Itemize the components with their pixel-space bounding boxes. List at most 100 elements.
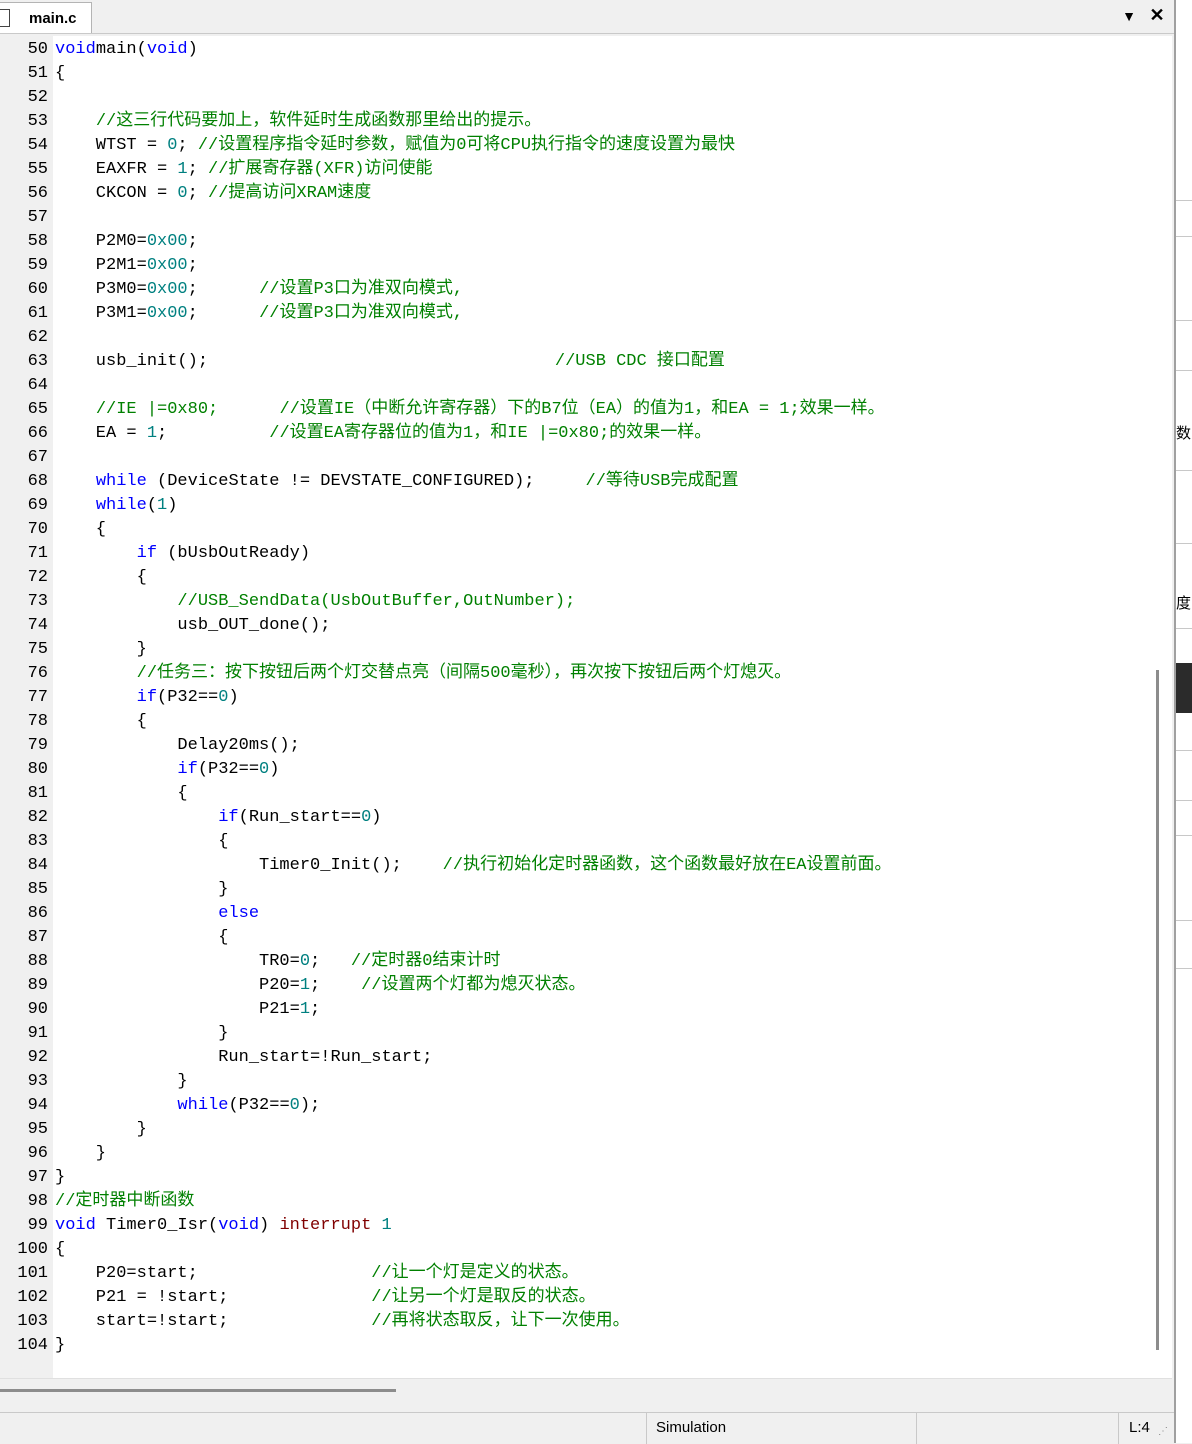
code-line[interactable]: 51 { bbox=[0, 62, 1146, 86]
code-line[interactable]: 86 else bbox=[0, 902, 1146, 926]
side-selected-block[interactable] bbox=[1176, 663, 1192, 713]
code-token: ) bbox=[259, 1216, 280, 1235]
code-token: } bbox=[55, 1072, 188, 1091]
horizontal-scrollbar[interactable] bbox=[0, 1378, 1172, 1409]
code-line[interactable]: 52 bbox=[0, 86, 1146, 110]
code-text: Timer0_Init(); //执行初始化定时器函数，这个函数最好放在EA设置… bbox=[55, 854, 891, 878]
code-token: { bbox=[55, 712, 147, 731]
code-token: ( bbox=[136, 40, 147, 59]
code-line[interactable]: 54 WTST = 0; //设置程序指令延时参数，赋值为0可将CPU执行指令的… bbox=[0, 134, 1146, 158]
code-line[interactable]: 65 //IE |=0x80; //设置IE（中断允许寄存器）下的B7位（EA）… bbox=[0, 398, 1146, 422]
code-line[interactable]: 84 Timer0_Init(); //执行初始化定时器函数，这个函数最好放在E… bbox=[0, 854, 1146, 878]
code-line[interactable]: 62 bbox=[0, 326, 1146, 350]
code-line[interactable]: 97} bbox=[0, 1166, 1146, 1190]
code-line[interactable]: 93 } bbox=[0, 1070, 1146, 1094]
code-line[interactable]: 87 { bbox=[0, 926, 1146, 950]
code-line[interactable]: 85 } bbox=[0, 878, 1146, 902]
vertical-scrollbar[interactable] bbox=[1146, 36, 1172, 1378]
code-token: start=!start; bbox=[55, 1312, 372, 1331]
code-token: usb_OUT_done(); bbox=[55, 616, 331, 635]
line-number: 102 bbox=[17, 1288, 48, 1307]
code-line[interactable]: 102 P21 = !start; //让另一个灯是取反的状态。 bbox=[0, 1286, 1146, 1310]
file-icon bbox=[0, 9, 10, 27]
code-line[interactable]: 64 bbox=[0, 374, 1146, 398]
code-line[interactable]: 95 } bbox=[0, 1118, 1146, 1142]
code-line[interactable]: 81 { bbox=[0, 782, 1146, 806]
code-line[interactable]: 57 bbox=[0, 206, 1146, 230]
comment-token: //提高访问XRAM速度 bbox=[208, 184, 372, 203]
line-number: 66 bbox=[27, 424, 48, 443]
code-line[interactable]: 76 //任务三：按下按钮后两个灯交替点亮（间隔500毫秒），再次按下按钮后两个… bbox=[0, 662, 1146, 686]
line-number: 85 bbox=[27, 880, 48, 899]
code-token: { bbox=[55, 1240, 66, 1259]
code-line[interactable]: 67 bbox=[0, 446, 1146, 470]
number-token: 0 bbox=[177, 184, 188, 203]
keyword-token: void bbox=[146, 40, 188, 59]
code-line[interactable]: 101 P20=start; //让一个灯是定义的状态。 bbox=[0, 1262, 1146, 1286]
code-editor[interactable]: 50 voidmain(void) 51{52 53 //这三行代码要加上，软件延时生… bbox=[0, 36, 1146, 1378]
code-token: P2M0= bbox=[55, 232, 147, 251]
code-line[interactable]: 78 { bbox=[0, 710, 1146, 734]
code-line[interactable]: 92 Run_start=!Run_start; bbox=[0, 1046, 1146, 1070]
code-line[interactable]: 60 P3M0=0x00; //设置P3口为准双向模式, bbox=[0, 278, 1146, 302]
code-text: { bbox=[55, 926, 228, 950]
code-line[interactable]: 103 start=!start; //再将状态取反，让下一次使用。 bbox=[0, 1310, 1146, 1334]
line-number: 57 bbox=[27, 208, 48, 227]
code-line[interactable]: 90 P21=1; bbox=[0, 998, 1146, 1022]
code-line[interactable]: 75 } bbox=[0, 638, 1146, 662]
code-text: while(1) bbox=[55, 494, 178, 518]
code-line[interactable]: 99 void Timer0_Isr(void) interrupt 1 bbox=[0, 1214, 1146, 1238]
code-line[interactable]: 50 voidmain(void) bbox=[0, 38, 1146, 62]
code-line[interactable]: 100 { bbox=[0, 1238, 1146, 1262]
resize-grip-icon[interactable]: ⋰ bbox=[1158, 1426, 1170, 1438]
code-line[interactable]: 55 EAXFR = 1; //扩展寄存器(XFR)访问使能 bbox=[0, 158, 1146, 182]
code-line[interactable]: 68 while (DeviceState != DEVSTATE_CONFIG… bbox=[0, 470, 1146, 494]
code-line[interactable]: 61 P3M1=0x00; //设置P3口为准双向模式, bbox=[0, 302, 1146, 326]
code-line[interactable]: 82 if(Run_start==0) bbox=[0, 806, 1146, 830]
code-line[interactable]: 63 usb_init(); //USB CDC 接口配置 bbox=[0, 350, 1146, 374]
code-token: EA = bbox=[55, 424, 147, 443]
code-line[interactable]: 72 { bbox=[0, 566, 1146, 590]
chevron-down-icon[interactable]: ▼ bbox=[1118, 4, 1140, 28]
code-line[interactable]: 58 P2M0=0x00; bbox=[0, 230, 1146, 254]
status-mode: Simulation bbox=[656, 1419, 727, 1436]
code-line[interactable]: 98 //定时器中断函数 bbox=[0, 1190, 1146, 1214]
tab-bar: main.c ▼ ✕ bbox=[0, 0, 1174, 34]
comment-token: //让另一个灯是取反的状态。 bbox=[371, 1288, 596, 1307]
code-line[interactable]: 77 if(P32==0) bbox=[0, 686, 1146, 710]
line-number: 81 bbox=[27, 784, 48, 803]
code-line[interactable]: 69 while(1) bbox=[0, 494, 1146, 518]
close-icon[interactable]: ✕ bbox=[1146, 3, 1168, 27]
code-text: if (bUsbOutReady) bbox=[55, 542, 310, 566]
code-line[interactable]: 74 usb_OUT_done(); bbox=[0, 614, 1146, 638]
vertical-scroll-thumb[interactable] bbox=[1156, 670, 1159, 1350]
horizontal-scroll-thumb[interactable] bbox=[0, 1389, 396, 1392]
code-line[interactable]: 56 CKCON = 0; //提高访问XRAM速度 bbox=[0, 182, 1146, 206]
code-line[interactable]: 83 { bbox=[0, 830, 1146, 854]
comment-token: //这三行代码要加上，软件延时生成函数那里给出的提示。 bbox=[95, 112, 542, 131]
code-line[interactable]: 59 P2M1=0x00; bbox=[0, 254, 1146, 278]
code-text: P3M0=0x00; //设置P3口为准双向模式, bbox=[55, 278, 463, 302]
code-line[interactable]: 79 Delay20ms(); bbox=[0, 734, 1146, 758]
code-line[interactable]: 53 //这三行代码要加上，软件延时生成函数那里给出的提示。 bbox=[0, 110, 1146, 134]
code-line[interactable]: 66 EA = 1; //设置EA寄存器位的值为1，和IE |=0x80;的效果… bbox=[0, 422, 1146, 446]
code-line[interactable]: 73 //USB_SendData(UsbOutBuffer,OutNumber… bbox=[0, 590, 1146, 614]
line-number: 62 bbox=[27, 328, 48, 347]
line-number: 76 bbox=[27, 664, 48, 683]
code-line[interactable]: 94 while(P32==0); bbox=[0, 1094, 1146, 1118]
code-line[interactable]: 88 TR0=0; //定时器0结束计时 bbox=[0, 950, 1146, 974]
code-token: } bbox=[55, 1168, 66, 1187]
code-line[interactable]: 91 } bbox=[0, 1022, 1146, 1046]
code-text: if(P32==0) bbox=[55, 686, 239, 710]
code-line[interactable]: 89 P20=1; //设置两个灯都为熄灭状态。 bbox=[0, 974, 1146, 998]
code-line[interactable]: 71 if (bUsbOutReady) bbox=[0, 542, 1146, 566]
tab-main-c[interactable]: main.c bbox=[0, 2, 92, 33]
comment-token: //设置程序指令延时参数，赋值为0可将CPU执行指令的速度设置为最快 bbox=[197, 136, 736, 155]
code-line[interactable]: 96 } bbox=[0, 1142, 1146, 1166]
code-line[interactable]: 104} bbox=[0, 1334, 1146, 1358]
code-line[interactable]: 80 if(P32==0) bbox=[0, 758, 1146, 782]
side-panel: 数 度 bbox=[1174, 0, 1192, 1443]
line-number: 90 bbox=[27, 1000, 48, 1019]
code-line[interactable]: 70 { bbox=[0, 518, 1146, 542]
